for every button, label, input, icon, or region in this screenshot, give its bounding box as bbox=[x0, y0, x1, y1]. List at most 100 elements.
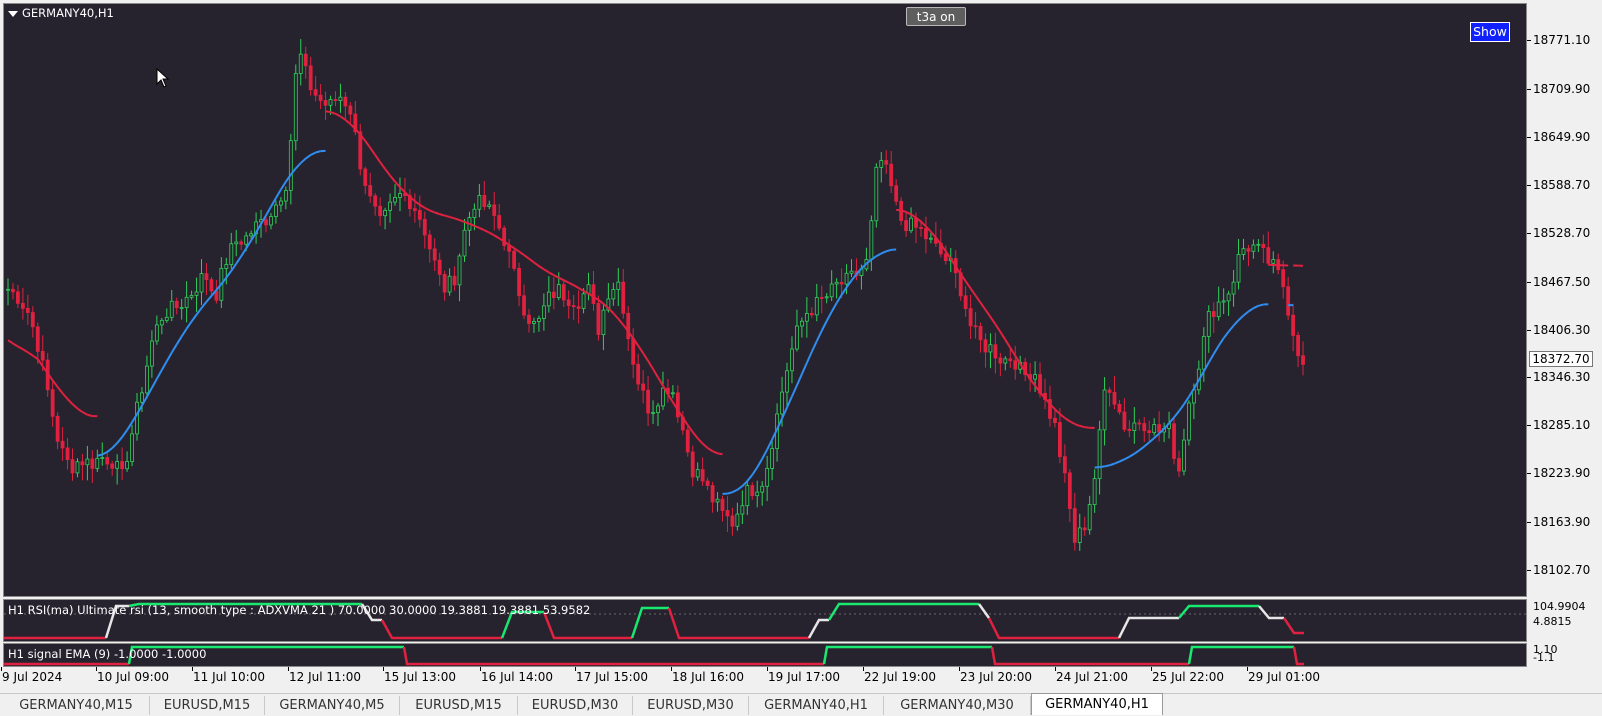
ma-line-up bbox=[107, 448, 112, 452]
price-tick-label: 18346.30 bbox=[1533, 370, 1590, 384]
candle-body bbox=[131, 434, 134, 462]
candle-body bbox=[384, 210, 387, 215]
tab-chart[interactable]: EURUSD,M15 bbox=[150, 696, 265, 715]
tab-chart[interactable]: EURUSD,M15 bbox=[400, 696, 518, 715]
price-tick-label: 18163.90 bbox=[1533, 515, 1590, 529]
candle-body bbox=[1202, 336, 1205, 369]
candle-body bbox=[905, 221, 908, 231]
candle-body bbox=[800, 321, 803, 326]
tab-chart[interactable]: GERMANY40,M5 bbox=[265, 696, 400, 715]
candle-body bbox=[1177, 458, 1180, 471]
price-tick-label: 18649.90 bbox=[1533, 130, 1590, 144]
ma-line-up bbox=[881, 251, 886, 253]
candle-body bbox=[1093, 479, 1096, 505]
candle-body bbox=[741, 506, 744, 514]
ma-line-down bbox=[420, 205, 425, 208]
tab-active-chart[interactable]: GERMANY40,H1 bbox=[1031, 693, 1163, 715]
candle-body bbox=[339, 97, 342, 100]
candle-body bbox=[637, 364, 640, 384]
time-tick-label: 11 Jul 10:00 bbox=[193, 670, 265, 684]
candle-body bbox=[1133, 423, 1136, 431]
candle-body bbox=[944, 254, 947, 261]
candle-body bbox=[413, 209, 416, 211]
ma-line-down bbox=[981, 303, 986, 310]
candle-body bbox=[572, 306, 575, 307]
candle-body bbox=[731, 516, 734, 526]
candle-body bbox=[1297, 335, 1300, 355]
show-button[interactable]: Show bbox=[1470, 22, 1510, 42]
ma-line-up bbox=[1154, 434, 1159, 438]
mouse-cursor-icon bbox=[156, 68, 170, 88]
price-chart-canvas[interactable] bbox=[4, 4, 1527, 597]
candle-body bbox=[1034, 375, 1037, 379]
ma-line-down bbox=[906, 212, 911, 214]
ma-line-up bbox=[1139, 447, 1144, 451]
candle-body bbox=[284, 190, 287, 201]
candle-body bbox=[850, 271, 853, 273]
candle-body bbox=[1004, 359, 1007, 363]
ma-line-down bbox=[415, 201, 420, 205]
signal-ema-pane[interactable]: H1 signal EMA (9) -1.0000 -1.0000 bbox=[3, 643, 1527, 667]
candle-body bbox=[592, 285, 595, 304]
time-tick-label: 16 Jul 14:00 bbox=[481, 670, 553, 684]
candle-body bbox=[165, 317, 168, 320]
ma-line-down bbox=[1060, 414, 1065, 418]
ma-line-down bbox=[484, 230, 489, 232]
candle-body bbox=[999, 358, 1002, 363]
price-chart-pane[interactable]: GERMANY40,H1 t3a on Show bbox=[3, 3, 1527, 597]
candle-body bbox=[989, 345, 992, 352]
tab-chart[interactable]: GERMANY40,H1 bbox=[749, 696, 884, 715]
candle-body bbox=[542, 306, 545, 319]
price-axis[interactable]: 18771.1018709.9018649.9018588.7018528.70… bbox=[1527, 3, 1602, 597]
t3a-toggle-button[interactable]: t3a on bbox=[906, 7, 966, 26]
time-tick-label: 18 Jul 16:00 bbox=[672, 670, 744, 684]
ma-line-down bbox=[579, 288, 584, 291]
candle-body bbox=[180, 308, 183, 309]
ma-line-down bbox=[73, 404, 78, 408]
rsi-line-segment bbox=[829, 604, 979, 620]
candle-body bbox=[612, 290, 615, 299]
ma-line-down bbox=[524, 255, 529, 259]
tab-chart[interactable]: GERMANY40,M30 bbox=[884, 696, 1031, 715]
time-axis[interactable]: 9 Jul 202410 Jul 09:0011 Jul 10:0012 Jul… bbox=[0, 667, 1527, 687]
tab-chart[interactable]: EURUSD,M30 bbox=[633, 696, 749, 715]
signal-line-segment bbox=[1294, 647, 1304, 664]
ma-line-down bbox=[326, 111, 331, 112]
rsi-line-segment bbox=[1119, 618, 1179, 638]
ma-line-up bbox=[266, 207, 271, 216]
ma-line-down bbox=[1005, 340, 1010, 348]
tab-chart[interactable]: GERMANY40,M15 bbox=[3, 696, 150, 715]
ma-line-up bbox=[1100, 466, 1105, 467]
candle-body bbox=[820, 297, 823, 298]
rsi-indicator-pane[interactable]: H1 RSI(ma) Ultimate rsi (13, smooth type… bbox=[3, 599, 1527, 642]
ma-line-down bbox=[68, 399, 73, 404]
candle-body bbox=[250, 234, 253, 236]
ma-line-up bbox=[812, 341, 817, 352]
ma-line-down bbox=[8, 340, 13, 343]
signal-line-segment bbox=[404, 647, 824, 664]
candle-body bbox=[101, 457, 104, 458]
candle-body bbox=[418, 210, 421, 219]
candle-body bbox=[617, 282, 620, 289]
candle-body bbox=[389, 202, 392, 210]
candle-body bbox=[96, 458, 99, 468]
candle-body bbox=[1078, 528, 1081, 543]
candle-body bbox=[334, 100, 337, 101]
candle-body bbox=[175, 301, 178, 307]
collapse-triangle-icon[interactable] bbox=[8, 11, 18, 17]
tab-chart[interactable]: EURUSD,M30 bbox=[518, 696, 633, 715]
ma-line-up bbox=[197, 308, 202, 315]
ma-line-down bbox=[474, 226, 479, 228]
candle-body bbox=[919, 227, 922, 228]
time-tick-label: 24 Jul 21:00 bbox=[1056, 670, 1128, 684]
candle-body bbox=[890, 164, 893, 186]
rsi-line-segment bbox=[989, 618, 1119, 638]
ma-line-down bbox=[87, 415, 92, 416]
candle-body bbox=[537, 318, 540, 321]
ma-line-down bbox=[479, 228, 484, 230]
candle-body bbox=[1014, 361, 1017, 369]
price-tick-label: 18709.90 bbox=[1533, 82, 1590, 96]
rsi-axis-top: 104.9904 bbox=[1533, 600, 1586, 613]
candle-body bbox=[696, 470, 699, 477]
ma-line-up bbox=[886, 250, 891, 251]
